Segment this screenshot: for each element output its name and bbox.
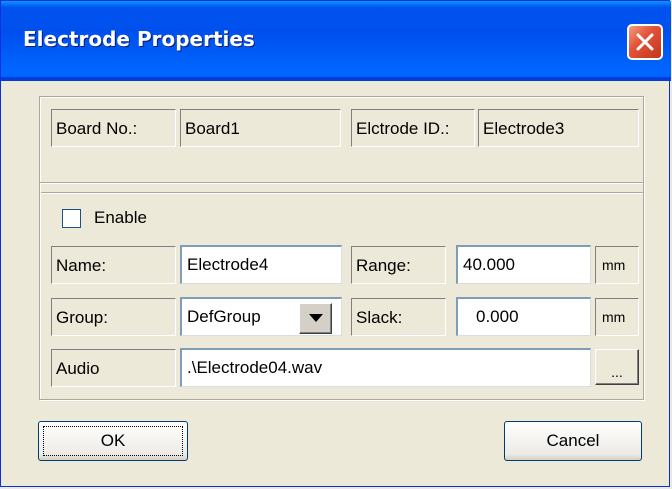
electrode-properties-dialog: Electrode Properties Board No.: Board1 E… xyxy=(0,0,671,487)
slack-input[interactable]: 0.000 xyxy=(456,297,591,336)
audio-label: Audio xyxy=(51,349,176,387)
enable-label[interactable]: Enable xyxy=(94,208,147,228)
range-label: Range: xyxy=(351,246,446,284)
name-input[interactable]: Electrode4 xyxy=(180,245,342,284)
cancel-button-label: Cancel xyxy=(546,431,600,450)
ok-button-label: OK xyxy=(100,431,126,450)
name-label: Name: xyxy=(51,246,176,284)
range-input[interactable]: 40.000 xyxy=(456,245,591,284)
board-no-value: Board1 xyxy=(180,109,341,147)
slack-label: Slack: xyxy=(351,298,446,336)
window-title: Electrode Properties xyxy=(23,27,255,51)
cancel-button[interactable]: Cancel xyxy=(504,421,642,461)
chevron-down-icon xyxy=(309,314,323,322)
electrode-id-value: Electrode3 xyxy=(478,109,639,147)
browse-audio-button[interactable]: ... xyxy=(595,349,639,385)
audio-path-input[interactable]: .\Electrode04.wav xyxy=(180,348,591,387)
range-unit: mm xyxy=(595,246,639,284)
close-icon xyxy=(636,33,654,51)
ok-button[interactable]: OK xyxy=(38,421,188,461)
title-bar[interactable]: Electrode Properties xyxy=(1,1,671,81)
group-dropdown-button[interactable] xyxy=(299,303,332,334)
slack-unit: mm xyxy=(595,298,639,336)
enable-checkbox[interactable] xyxy=(62,209,81,228)
group-label: Group: xyxy=(51,298,176,336)
board-no-label: Board No.: xyxy=(51,109,176,147)
close-button[interactable] xyxy=(627,24,663,60)
electrode-id-label: Elctrode ID.: xyxy=(351,109,475,147)
